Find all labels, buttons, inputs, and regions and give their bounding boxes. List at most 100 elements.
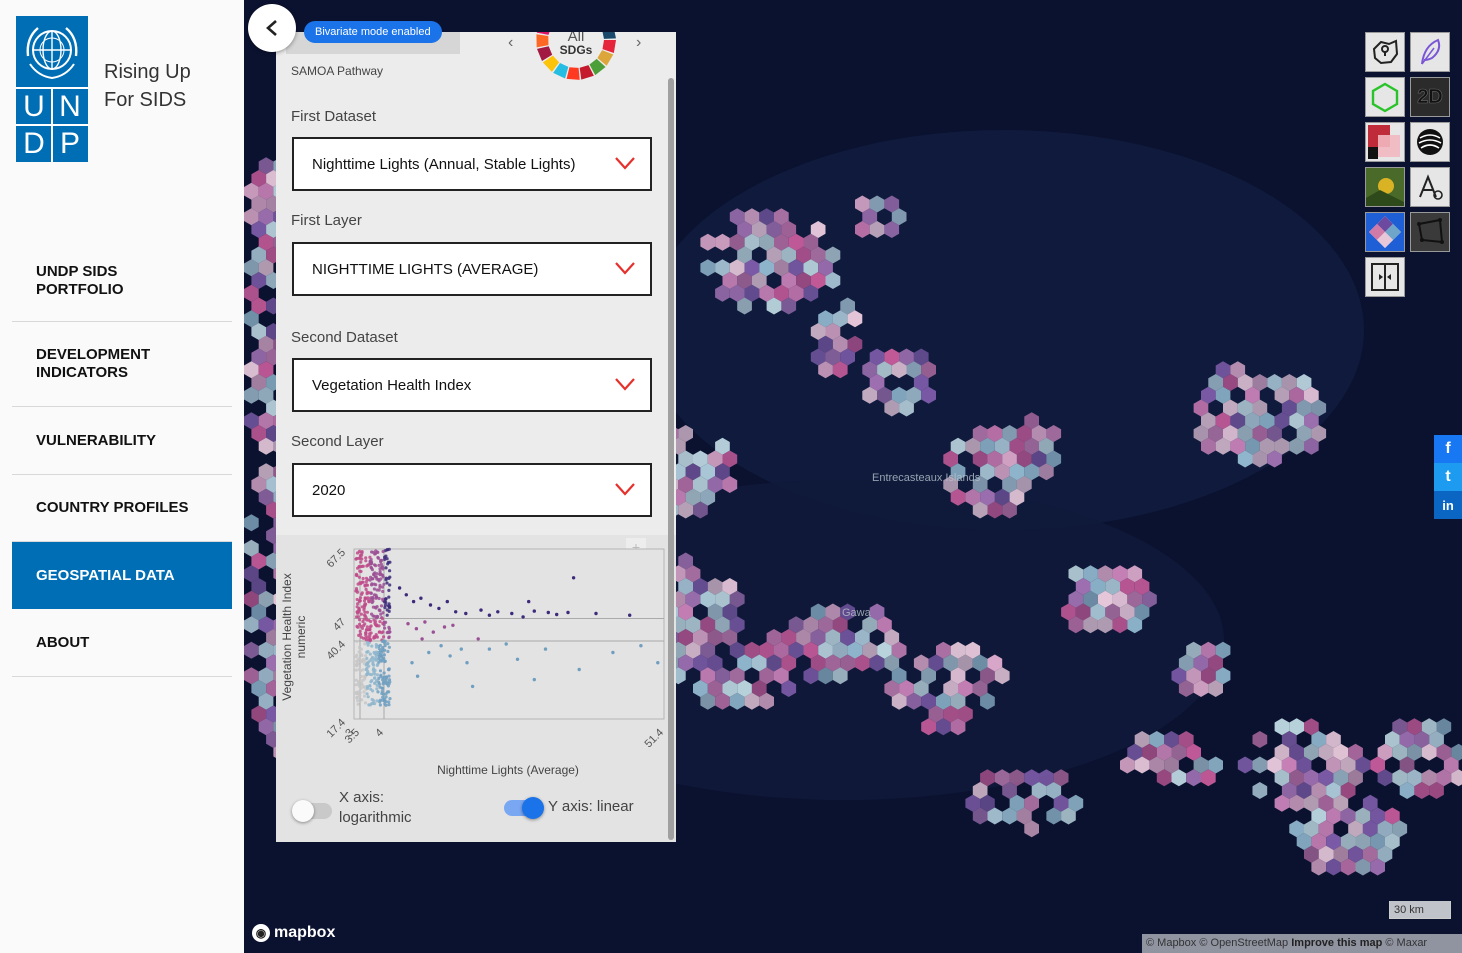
globe-stripes-icon[interactable] [1410, 122, 1450, 162]
main-nav: UNDP SIDS PORTFOLIO DEVELOPMENT INDICATORS… [12, 240, 232, 677]
scatter-point [504, 642, 508, 646]
first-layer-select[interactable]: NIGHTTIME LIGHTS (AVERAGE) [292, 242, 652, 296]
map-place-label: Entrecasteaux Islands [872, 472, 981, 484]
scatter-point [375, 663, 379, 667]
scatter-point [366, 686, 370, 690]
polygon-draw-icon[interactable] [1410, 212, 1450, 252]
brand-line-1: Rising Up [104, 61, 191, 83]
scatter-point [369, 566, 374, 570]
attribution-text[interactable]: © Mapbox © OpenStreetMap [1146, 937, 1288, 949]
scatter-point [372, 582, 376, 586]
nav-item-geospatial-data[interactable]: GEOSPATIAL DATA [12, 542, 232, 609]
first-dataset-label: First Dataset [291, 108, 377, 125]
facebook-icon[interactable]: f [1434, 435, 1462, 463]
hexagon-icon[interactable] [1365, 77, 1405, 117]
scatter-point [639, 644, 643, 648]
scatter-point [386, 667, 391, 672]
scatter-point [364, 580, 368, 584]
scatter-point [367, 598, 371, 602]
second-layer-select[interactable]: 2020 [292, 463, 652, 517]
2d-3d-toggle[interactable]: 2D [1410, 77, 1450, 117]
satellite-basemap-icon[interactable] [1365, 167, 1405, 207]
scatter-point [555, 612, 559, 617]
second-dataset-value: Vegetation Health Index [312, 376, 472, 394]
labels-icon[interactable] [1410, 167, 1450, 207]
chevron-left-icon [266, 20, 277, 36]
scatter-point [386, 642, 390, 646]
scatter-point [368, 652, 372, 656]
y-tick-label: 40.4 [324, 639, 348, 663]
scatter-point [546, 610, 550, 615]
undp-logo[interactable]: U N D P [16, 16, 88, 162]
scatter-point [374, 643, 378, 647]
y-axis-linear-toggle[interactable] [504, 797, 544, 819]
nav-item-undp-sids-portfolio[interactable]: UNDP SIDS PORTFOLIO [12, 240, 232, 322]
feather-icon[interactable] [1410, 32, 1450, 72]
scatter-point [366, 643, 370, 647]
mapbox-logo[interactable]: ◉ mapbox [252, 924, 335, 942]
compare-swipe-icon[interactable] [1365, 257, 1405, 297]
scatter-point [362, 690, 366, 694]
scatter-point [465, 661, 469, 665]
map-attribution: © Mapbox © OpenStreetMap Improve this ma… [1142, 934, 1462, 953]
panel-scrollbar[interactable] [668, 78, 674, 840]
scatter-point [385, 548, 389, 552]
sdg-selector: ‹ All SDGs › [506, 32, 646, 88]
scatter-point [386, 649, 390, 654]
scatter-point [357, 633, 361, 637]
scatter-point [369, 619, 373, 624]
scatter-point [366, 695, 370, 699]
scatter-point [404, 593, 408, 597]
scatter-point [378, 669, 383, 673]
nav-item-development-indicators[interactable]: DEVELOPMENT INDICATORS [12, 322, 232, 407]
scatter-point [374, 658, 378, 662]
chevron-left-icon[interactable]: ‹ [508, 34, 513, 52]
scatter-point [365, 625, 369, 629]
collapse-panel-button[interactable] [248, 4, 296, 52]
toggle-knob [522, 797, 544, 819]
chevron-right-icon[interactable]: › [636, 34, 641, 52]
scatter-point [374, 564, 378, 568]
scatter-point [365, 590, 369, 594]
scatter-point [415, 674, 420, 678]
attribution-maxar[interactable]: © Maxar [1385, 937, 1427, 949]
scatter-point [366, 669, 370, 674]
first-dataset-select[interactable]: Nighttime Lights (Annual, Stable Lights) [292, 137, 652, 191]
second-dataset-select[interactable]: Vegetation Health Index [292, 358, 652, 412]
scatter-point [387, 703, 391, 707]
scatter-point [359, 569, 363, 574]
bivariate-layers-icon[interactable] [1365, 122, 1405, 162]
nav-item-about[interactable]: ABOUT [12, 609, 232, 677]
sidebar: U N D P Rising Up For SIDS UNDP SIDS PORT… [0, 0, 244, 953]
scatter-point [375, 623, 379, 627]
bivariate-legend-icon[interactable] [1365, 212, 1405, 252]
scatter-point [442, 625, 447, 629]
x-axis-log-toggle[interactable] [292, 800, 332, 822]
nav-item-vulnerability[interactable]: VULNERABILITY [12, 407, 232, 475]
nav-item-country-profiles[interactable]: COUNTRY PROFILES [12, 475, 232, 542]
scatter-point [373, 605, 377, 609]
scatter-point [368, 627, 372, 632]
scatter-point [378, 569, 382, 574]
logo-letter-u: U [23, 90, 45, 123]
scatter-point [373, 676, 377, 680]
scatter-point [397, 586, 402, 590]
scatter-point [387, 630, 391, 635]
scatter-point [368, 555, 372, 559]
panel-selectors: SAMOA Pathway ‹ All SDGs › First Dataset… [276, 32, 676, 535]
region-select-icon[interactable] [1365, 32, 1405, 72]
twitter-icon[interactable]: t [1434, 463, 1462, 491]
scatter-point [358, 598, 362, 603]
scatter-point [354, 668, 358, 672]
scatter-point [358, 596, 363, 600]
scatter-point [410, 661, 414, 665]
scatter-point [377, 676, 381, 680]
scatter-point [378, 685, 382, 689]
scatter-point [382, 582, 386, 586]
scatter-point [356, 682, 360, 687]
scatter-point [566, 610, 570, 615]
scatter-point [380, 691, 384, 696]
scatter-point [355, 573, 359, 578]
improve-map-link[interactable]: Improve this map [1291, 937, 1382, 949]
linkedin-icon[interactable]: in [1434, 491, 1462, 519]
